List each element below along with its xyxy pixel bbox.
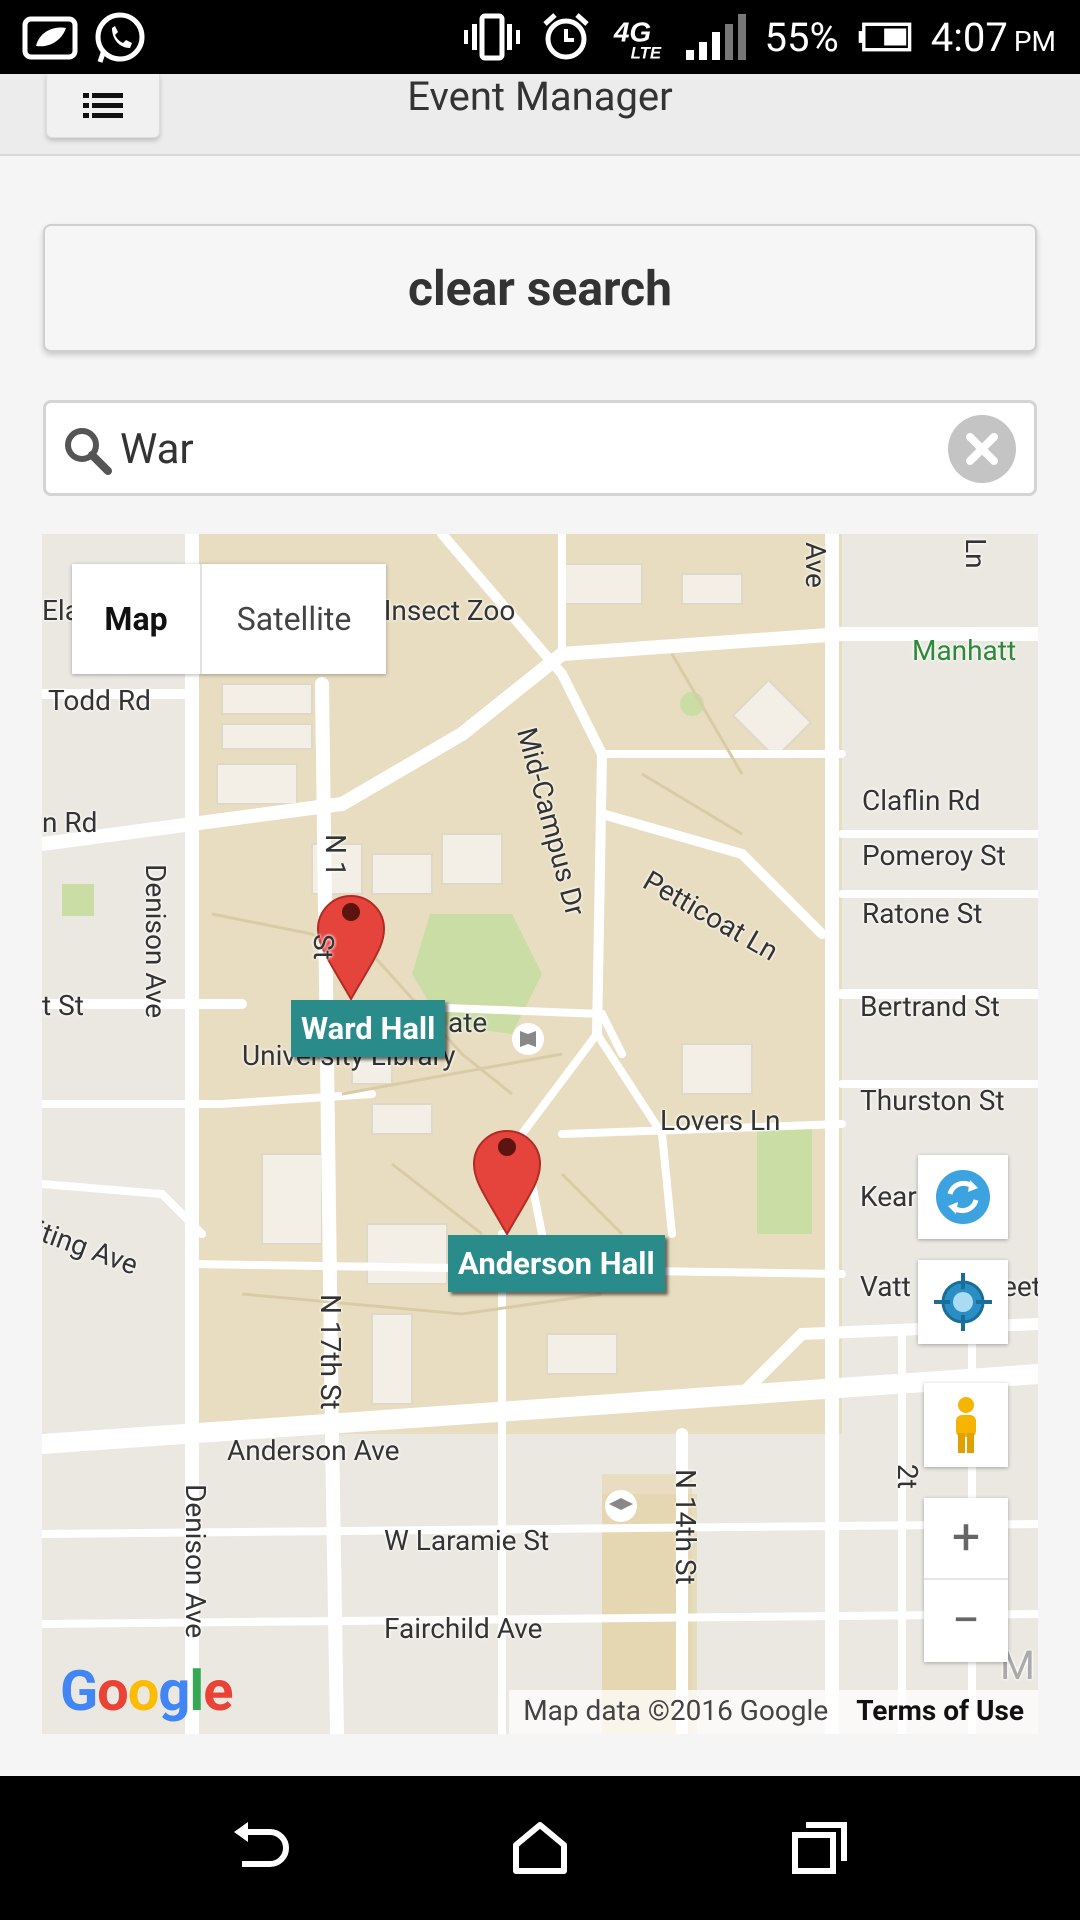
status-bar: 4G LTE 55% 4:07 PM — [0, 0, 1080, 74]
street-label: Denison Ave — [139, 864, 172, 1019]
street-label: Denison Ave — [179, 1484, 212, 1639]
marker-label-ward-hall[interactable]: Ward Hall — [291, 1000, 446, 1057]
street-label: Anderson Ave — [227, 1434, 400, 1467]
pegman-icon — [956, 1397, 976, 1453]
refresh-button[interactable] — [918, 1155, 1008, 1239]
alarm-icon — [538, 9, 594, 65]
clear-search-button[interactable]: clear search — [43, 224, 1037, 352]
clock-time: 4:07 — [930, 13, 1008, 61]
street-label: Thurston St — [860, 1084, 1005, 1117]
zoom-control: + − — [924, 1498, 1008, 1662]
map-view[interactable]: Ela e Insect Zoo Manhatt Todd Rd Claflin… — [42, 534, 1038, 1734]
clock-ampm: PM — [1013, 24, 1056, 58]
map-type-control: Map Satellite — [72, 564, 386, 674]
battery-percent: 55% — [764, 13, 839, 61]
recents-icon — [792, 1822, 847, 1874]
map-type-map-button[interactable]: Map — [72, 564, 202, 674]
street-label: ate — [448, 1006, 488, 1039]
street-label: Manhatt — [912, 634, 1017, 667]
refresh-icon — [936, 1170, 990, 1224]
recents-button[interactable] — [780, 1808, 860, 1888]
whatsapp-icon — [92, 10, 148, 66]
search-box — [43, 400, 1037, 496]
street-label: 2t — [891, 1464, 924, 1489]
marker-label-anderson-hall[interactable]: Anderson Hall — [448, 1235, 665, 1292]
map-type-satellite-button[interactable]: Satellite — [202, 564, 386, 674]
close-icon — [966, 433, 998, 465]
street-label: Todd Rd — [48, 684, 151, 717]
svg-text:LTE: LTE — [631, 43, 662, 62]
street-view-button[interactable] — [924, 1383, 1008, 1467]
street-label: St — [307, 934, 340, 960]
vibrate-icon — [464, 9, 521, 65]
street-label: n Rd — [42, 806, 98, 839]
notification-icons — [22, 10, 148, 66]
home-button[interactable] — [500, 1808, 580, 1888]
back-button[interactable] — [220, 1808, 300, 1888]
street-label: Ln — [959, 538, 992, 569]
map-attribution: Map data ©2016 Google — [509, 1690, 843, 1734]
street-label: Pomeroy St — [862, 839, 1006, 872]
page-title: Event Manager — [407, 73, 673, 120]
terms-of-use-link[interactable]: Terms of Use — [842, 1690, 1038, 1734]
street-label: t St — [42, 989, 84, 1022]
street-label: Fairchild Ave — [384, 1612, 543, 1645]
lte-icon: 4G LTE — [612, 9, 668, 65]
search-icon — [65, 428, 112, 475]
home-icon — [513, 1822, 567, 1874]
leaf-card-icon — [22, 10, 78, 66]
street-label: N 14th St — [669, 1469, 702, 1585]
street-label: Kear — [860, 1180, 917, 1213]
map-attribution-bar: Map data ©2016 Google Terms of Use — [509, 1690, 1038, 1734]
zoom-out-button[interactable]: − — [924, 1580, 1008, 1662]
search-input[interactable] — [120, 413, 960, 485]
street-label: Ave — [799, 542, 832, 588]
street-label: Vatt — [860, 1270, 911, 1303]
clear-input-button[interactable] — [948, 415, 1016, 483]
street-label: Ratone St — [862, 897, 983, 930]
system-nav-bar — [0, 1776, 1080, 1920]
zoom-in-button[interactable]: + — [924, 1498, 1008, 1580]
clock: 4:07 PM — [931, 14, 1056, 61]
google-logo: Google — [60, 1658, 233, 1724]
street-label: N 17th St — [314, 1294, 347, 1410]
street-label: Lovers Ln — [660, 1104, 781, 1137]
back-icon — [234, 1822, 289, 1867]
street-label: W Laramie St — [384, 1524, 550, 1557]
signal-icon — [686, 14, 747, 60]
my-location-button[interactable] — [918, 1260, 1008, 1344]
street-label: Claflin Rd — [862, 784, 981, 817]
street-label: Bertrand St — [860, 990, 1000, 1023]
battery-icon — [857, 9, 913, 65]
crosshair-icon — [934, 1273, 992, 1331]
street-label: N 1 — [319, 834, 352, 877]
app-header: Event Manager — [0, 74, 1080, 156]
